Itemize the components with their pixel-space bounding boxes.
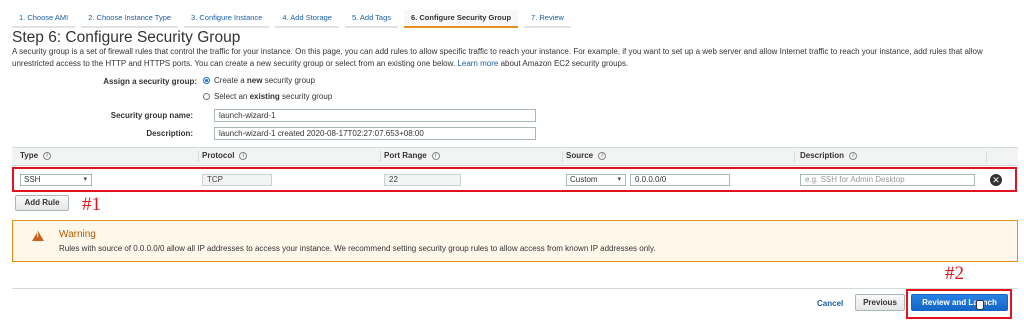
remove-rule-icon[interactable]: ✕	[990, 174, 1002, 186]
previous-button[interactable]: Previous	[855, 294, 905, 311]
radio-button[interactable]	[203, 93, 210, 100]
header-port-range: Port Range i	[384, 151, 440, 160]
security-group-name-input[interactable]: launch-wizard-1	[214, 109, 536, 122]
source-cidr-input[interactable]: 0.0.0.0/0	[630, 174, 730, 186]
rule-description-input[interactable]: e.g. SSH for Admin Desktop	[800, 174, 975, 186]
footer-divider	[12, 288, 1018, 289]
warning-banner: ! Warning Rules with source of 0.0.0.0/0…	[12, 220, 1018, 262]
header-description: Description i	[800, 151, 858, 160]
wizard-step-add-tags[interactable]: 5. Add Tags	[344, 10, 399, 28]
wizard-step-choose-instance-type[interactable]: 2. Choose Instance Type	[81, 10, 179, 28]
info-icon[interactable]: i	[849, 151, 858, 160]
info-icon[interactable]: i	[431, 151, 440, 160]
intro-body: A security group is a set of firewall ru…	[12, 47, 983, 68]
page-title: Step 6: Configure Security Group	[12, 29, 241, 46]
learn-more-link[interactable]: Learn more	[457, 59, 498, 68]
column-divider	[794, 151, 795, 162]
description-label: Description:	[146, 129, 193, 138]
column-divider	[198, 151, 199, 162]
type-select-value: SSH	[24, 175, 41, 184]
add-rule-button[interactable]: Add Rule	[15, 195, 69, 211]
annotation-2: #2	[945, 263, 964, 284]
info-icon[interactable]: i	[43, 151, 52, 160]
security-group-name-label: Security group name:	[110, 111, 193, 120]
radio-existing-label: Select an existing security group	[214, 92, 333, 101]
wizard-step-add-storage[interactable]: 4. Add Storage	[275, 10, 339, 28]
header-source: Source i	[566, 151, 607, 160]
wizard-step-review[interactable]: 7. Review	[524, 10, 571, 28]
annotation-1: #1	[82, 194, 101, 215]
warning-title: Warning	[59, 229, 96, 240]
radio-create-new[interactable]: Create a new security group	[203, 76, 315, 85]
dropdown-caret-icon: ▾	[83, 176, 87, 183]
info-icon[interactable]: i	[598, 151, 607, 160]
source-mode-select[interactable]: Custom ▾	[566, 174, 626, 186]
wizard-step-choose-ami[interactable]: 1. Choose AMI	[12, 10, 76, 28]
wizard-step-configure-security-group[interactable]: 6. Configure Security Group	[404, 10, 519, 28]
description-input[interactable]: launch-wizard-1 created 2020-08-17T02:27…	[214, 127, 536, 140]
radio-create-label: Create a new security group	[214, 76, 315, 85]
info-icon[interactable]: i	[239, 151, 248, 160]
review-and-launch-button[interactable]: Review and Launch	[911, 294, 1008, 311]
type-select[interactable]: SSH ▾	[20, 174, 92, 186]
header-protocol: Protocol i	[202, 151, 248, 160]
cancel-link[interactable]: Cancel	[817, 299, 843, 308]
intro-tail: about Amazon EC2 security groups.	[500, 58, 629, 68]
wizard-step-configure-instance[interactable]: 3. Configure Instance	[184, 10, 270, 28]
wizard-steps: 1. Choose AMI 2. Choose Instance Type 3.…	[12, 8, 1012, 30]
dropdown-caret-icon: ▾	[617, 176, 621, 183]
warning-icon: !	[32, 231, 44, 241]
warning-text: Rules with source of 0.0.0.0/0 allow all…	[59, 244, 656, 253]
intro-text: A security group is a set of firewall ru…	[12, 46, 1012, 69]
rules-table-header: Type i Protocol i Port Range i Source i Desc…	[12, 147, 1018, 166]
column-divider	[380, 151, 381, 162]
header-type: Type i	[20, 151, 52, 160]
column-divider	[562, 151, 563, 162]
column-divider	[986, 151, 987, 162]
protocol-field: TCP	[202, 174, 272, 186]
source-mode-value: Custom	[570, 175, 598, 184]
assign-security-group-label: Assign a security group:	[103, 77, 197, 86]
mouse-cursor-icon	[976, 300, 984, 310]
port-range-field: 22	[384, 174, 461, 186]
radio-select-existing[interactable]: Select an existing security group	[203, 92, 332, 101]
radio-button-selected[interactable]	[203, 77, 210, 84]
